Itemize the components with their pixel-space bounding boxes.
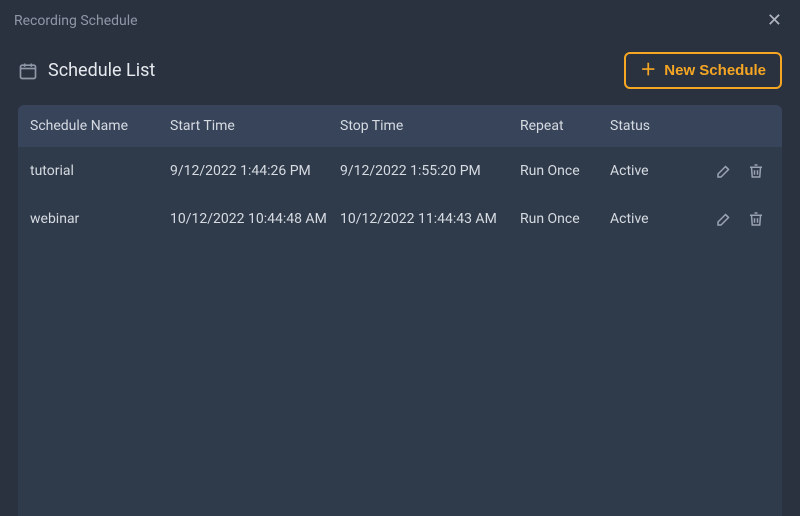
trash-icon[interactable] xyxy=(746,161,766,181)
table-header: Schedule Name Start Time Stop Time Repea… xyxy=(18,105,782,147)
schedule-panel: Schedule Name Start Time Stop Time Repea… xyxy=(18,105,782,516)
cell-stop: 9/12/2022 1:55:20 PM xyxy=(340,163,520,179)
trash-icon[interactable] xyxy=(746,209,766,229)
table-row: tutorial 9/12/2022 1:44:26 PM 9/12/2022 … xyxy=(18,147,782,195)
edit-icon[interactable] xyxy=(714,209,734,229)
col-repeat: Repeat xyxy=(520,118,610,134)
cell-start: 9/12/2022 1:44:26 PM xyxy=(170,163,340,179)
new-schedule-button[interactable]: ＋ New Schedule xyxy=(624,52,782,89)
titlebar: Recording Schedule ✕ xyxy=(0,0,800,40)
col-status: Status xyxy=(610,118,690,134)
subheader-left: Schedule List xyxy=(18,60,155,81)
col-stop: Stop Time xyxy=(340,118,520,134)
edit-icon[interactable] xyxy=(714,161,734,181)
cell-repeat: Run Once xyxy=(520,211,610,227)
plus-icon: ＋ xyxy=(640,63,656,79)
cell-start: 10/12/2022 10:44:48 AM xyxy=(170,211,340,227)
cell-status: Active xyxy=(610,163,690,179)
table-row: webinar 10/12/2022 10:44:48 AM 10/12/202… xyxy=(18,195,782,243)
close-icon[interactable]: ✕ xyxy=(763,10,786,32)
titlebar-title: Recording Schedule xyxy=(14,13,138,29)
subheader-label: Schedule List xyxy=(48,60,155,81)
cell-status: Active xyxy=(610,211,690,227)
subheader: Schedule List ＋ New Schedule xyxy=(0,40,800,105)
cell-name: webinar xyxy=(30,211,170,227)
new-schedule-label: New Schedule xyxy=(664,62,766,79)
cell-repeat: Run Once xyxy=(520,163,610,179)
col-name: Schedule Name xyxy=(30,118,170,134)
row-actions xyxy=(690,161,770,181)
col-start: Start Time xyxy=(170,118,340,134)
calendar-icon xyxy=(18,61,38,81)
row-actions xyxy=(690,209,770,229)
cell-name: tutorial xyxy=(30,163,170,179)
cell-stop: 10/12/2022 11:44:43 AM xyxy=(340,211,520,227)
